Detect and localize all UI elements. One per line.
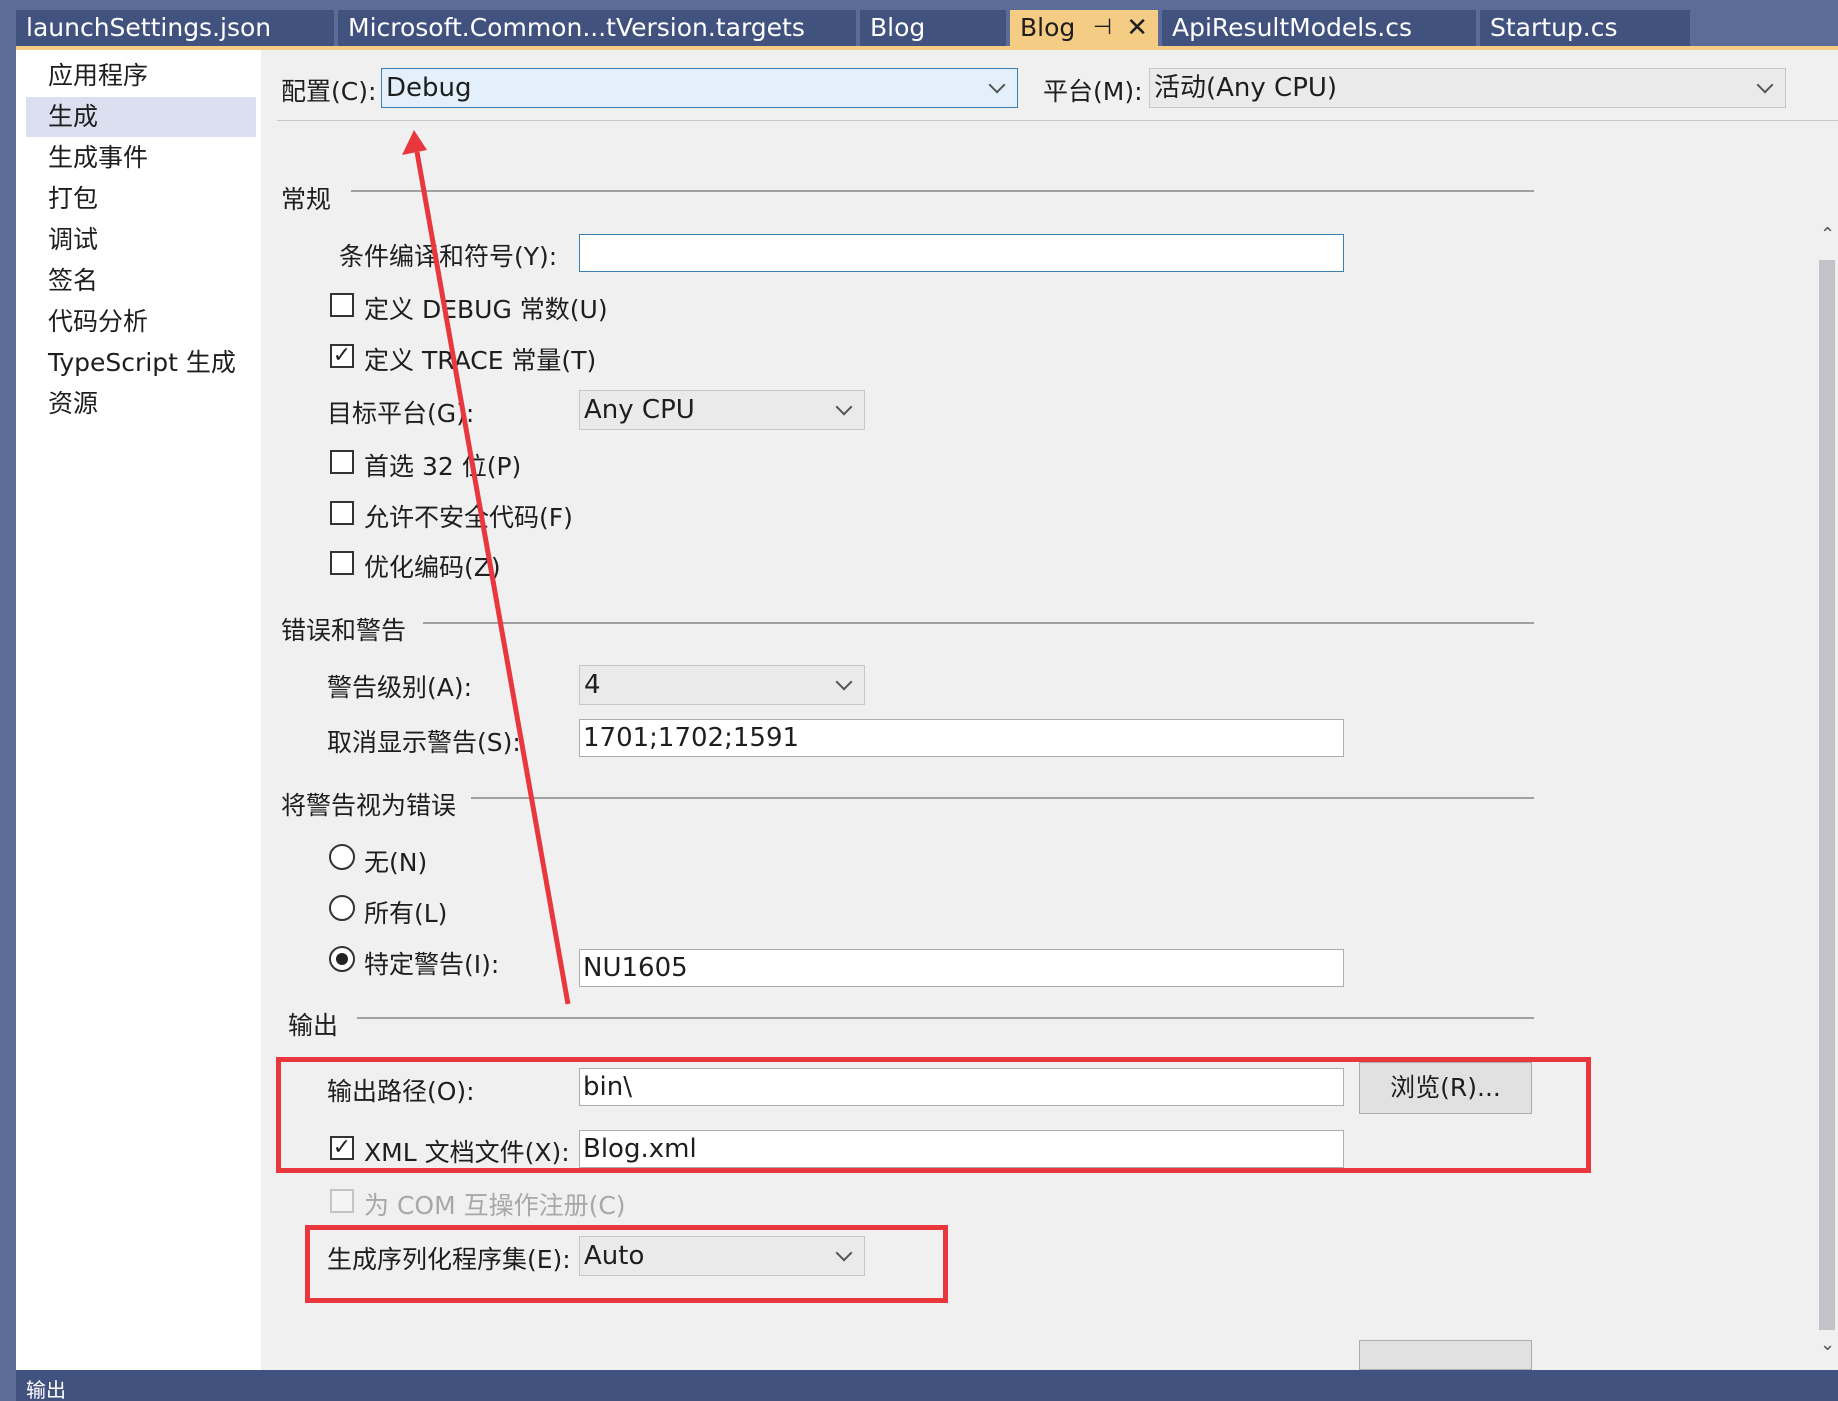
nav-item-build-events[interactable]: 生成事件 — [26, 138, 256, 178]
nav-item-debug[interactable]: 调试 — [26, 220, 256, 260]
warning-level-label: 警告级别(A): — [327, 673, 473, 702]
output-window-label: 输出 — [26, 1378, 66, 1401]
output-window-bar[interactable]: 输出 — [16, 1370, 1838, 1401]
treat-specific-label: 特定警告(I): — [364, 950, 500, 979]
suppress-warnings-label: 取消显示警告(S): — [327, 728, 521, 757]
target-platform-label: 目标平台(G): — [327, 399, 475, 428]
suppress-warnings-input[interactable]: 1701;1702;1591 — [579, 719, 1344, 757]
scroll-up-icon[interactable]: ⌃ — [1820, 224, 1835, 245]
define-trace-checkbox[interactable]: ✓ — [330, 344, 354, 368]
section-title-errors-warnings: 错误和警告 — [281, 616, 407, 645]
annotation-box-output — [276, 1057, 1591, 1173]
section-divider — [423, 622, 1534, 624]
section-title-general: 常规 — [281, 185, 332, 214]
nav-item-package[interactable]: 打包 — [26, 179, 256, 219]
nav-item-typescript-build[interactable]: TypeScript 生成 — [26, 343, 256, 383]
tab-startup[interactable]: Startup.cs — [1480, 10, 1690, 46]
nav-item-build[interactable]: 生成 — [26, 97, 256, 137]
treat-specific-radio[interactable] — [329, 946, 355, 972]
allow-unsafe-label: 允许不安全代码(F) — [364, 503, 573, 532]
nav-item-application[interactable]: 应用程序 — [26, 56, 256, 96]
tab-blog-first[interactable]: Blog — [860, 10, 1006, 46]
chevron-down-icon — [835, 398, 853, 416]
treat-none-radio[interactable] — [329, 844, 355, 870]
tab-label: Microsoft.Common...tVersion.targets — [348, 13, 805, 42]
annotation-box-serialization — [305, 1225, 948, 1303]
tab-launch-settings[interactable]: launchSettings.json — [16, 10, 334, 46]
close-icon[interactable]: ✕ — [1126, 10, 1148, 46]
com-interop-checkbox — [330, 1189, 354, 1213]
section-title-treat-warnings: 将警告视为错误 — [281, 791, 457, 820]
header-divider — [277, 120, 1838, 121]
configuration-label: 配置(C): — [281, 77, 377, 106]
optimize-code-label: 优化编码(Z) — [364, 553, 501, 582]
platform-value: 活动(Any CPU) — [1154, 73, 1338, 103]
target-platform-value: Any CPU — [584, 395, 695, 425]
tab-blog-active[interactable]: Blog ⊣ ✕ — [1010, 10, 1158, 46]
warning-level-dropdown[interactable]: 4 — [579, 665, 865, 705]
configuration-dropdown[interactable]: Debug — [381, 68, 1018, 108]
radio-selected-dot — [336, 953, 348, 965]
section-divider — [471, 797, 1534, 799]
allow-unsafe-checkbox[interactable] — [330, 501, 354, 525]
tab-label: launchSettings.json — [26, 13, 272, 42]
define-debug-checkbox[interactable] — [330, 293, 354, 317]
tab-common-targets[interactable]: Microsoft.Common...tVersion.targets — [338, 10, 856, 46]
tab-api-result-models[interactable]: ApiResultModels.cs — [1162, 10, 1476, 46]
document-tab-bar: launchSettings.json Microsoft.Common...t… — [0, 0, 1838, 50]
tab-label: Startup.cs — [1490, 13, 1618, 42]
property-page-nav: 应用程序 生成 生成事件 打包 调试 签名 代码分析 TypeScript 生成… — [16, 50, 261, 1370]
treat-none-label: 无(N) — [364, 848, 428, 877]
define-debug-label: 定义 DEBUG 常数(U) — [364, 295, 608, 324]
scrollbar-thumb[interactable] — [1819, 260, 1835, 1330]
scroll-down-icon[interactable]: ⌄ — [1820, 1334, 1835, 1355]
nav-item-code-analysis[interactable]: 代码分析 — [26, 302, 256, 342]
tab-label: Blog — [870, 13, 926, 42]
advanced-button[interactable] — [1359, 1340, 1532, 1370]
section-divider — [357, 1017, 1534, 1019]
chevron-down-icon — [835, 673, 853, 691]
com-interop-label: 为 COM 互操作注册(C) — [364, 1191, 626, 1220]
platform-label: 平台(M): — [1043, 77, 1143, 106]
conditional-symbols-input[interactable] — [579, 234, 1344, 272]
section-title-output: 输出 — [288, 1011, 339, 1040]
define-trace-label: 定义 TRACE 常量(T) — [364, 346, 597, 375]
tab-label: ApiResultModels.cs — [1172, 13, 1412, 42]
pin-icon[interactable]: ⊣ — [1093, 10, 1112, 46]
tab-label: Blog — [1020, 13, 1076, 42]
target-platform-dropdown[interactable]: Any CPU — [579, 390, 865, 430]
section-divider — [351, 190, 1534, 192]
platform-dropdown[interactable]: 活动(Any CPU) — [1149, 68, 1786, 108]
chevron-down-icon — [1756, 76, 1774, 94]
nav-item-signing[interactable]: 签名 — [26, 261, 256, 301]
conditional-symbols-label: 条件编译和符号(Y): — [339, 242, 558, 271]
treat-all-radio[interactable] — [329, 895, 355, 921]
nav-item-resources[interactable]: 资源 — [26, 384, 256, 424]
prefer-32bit-checkbox[interactable] — [330, 450, 354, 474]
warning-level-value: 4 — [584, 670, 601, 700]
specific-warnings-input[interactable]: NU1605 — [579, 949, 1344, 987]
configuration-value: Debug — [386, 73, 472, 103]
vertical-scrollbar[interactable]: ⌃ ⌄ — [1817, 180, 1837, 1370]
prefer-32bit-label: 首选 32 位(P) — [364, 452, 522, 481]
optimize-code-checkbox[interactable] — [330, 551, 354, 575]
treat-all-label: 所有(L) — [364, 899, 448, 928]
chevron-down-icon — [988, 76, 1006, 94]
